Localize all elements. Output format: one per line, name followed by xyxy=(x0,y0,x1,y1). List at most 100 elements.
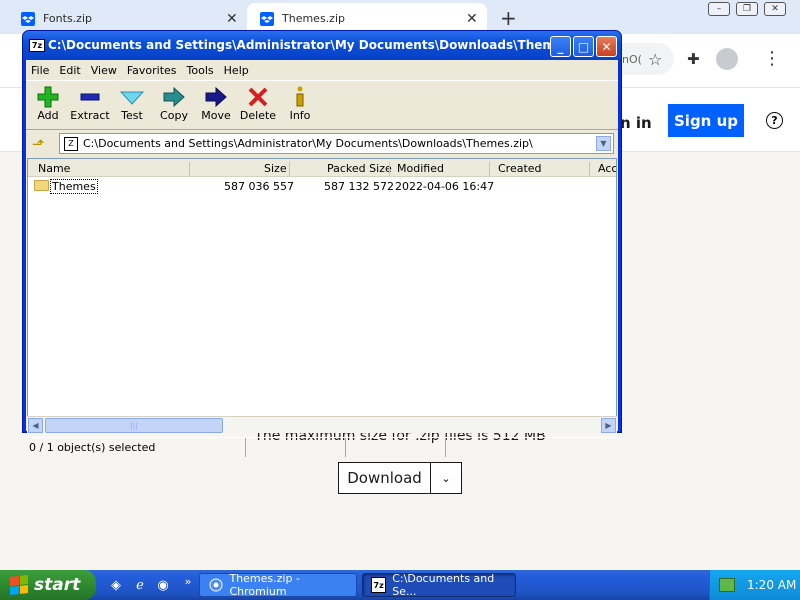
browser-restore-button[interactable]: ❐ xyxy=(736,2,758,16)
chevron-down-icon[interactable]: ▼ xyxy=(596,136,611,151)
plus-icon xyxy=(37,85,59,109)
tab-title: Fonts.zip xyxy=(43,12,92,25)
sevenzip-titlebar[interactable]: 7z C:\Documents and Settings\Administrat… xyxy=(23,31,621,60)
info-label: Info xyxy=(289,109,311,122)
column-name[interactable]: Name xyxy=(38,162,70,175)
row-modified: 2022-04-06 16:47 xyxy=(395,180,495,193)
task-chromium[interactable]: Themes.zip - Chromium xyxy=(199,572,357,598)
menu-file[interactable]: File xyxy=(26,64,54,77)
column-separator[interactable] xyxy=(289,162,290,176)
folder-up-icon[interactable]: ⬏ xyxy=(32,135,45,153)
row-packed-size: 587 132 572 xyxy=(324,180,394,193)
menu-help[interactable]: Help xyxy=(219,64,254,77)
column-created[interactable]: Created xyxy=(498,162,542,175)
path-text: C:\Documents and Settings\Administrator\… xyxy=(83,137,533,150)
download-button[interactable]: Download xyxy=(339,463,431,493)
help-icon[interactable]: ? xyxy=(766,112,783,129)
tab-close-icon[interactable]: ✕ xyxy=(466,11,478,27)
scroll-left-icon[interactable]: ◀ xyxy=(28,418,43,433)
status-divider xyxy=(345,438,346,457)
delete-label: Delete xyxy=(239,109,277,122)
scroll-right-icon[interactable]: ▶ xyxy=(601,418,616,433)
desktop-icon[interactable]: ◈ xyxy=(108,577,124,593)
delete-button[interactable]: Delete xyxy=(236,85,280,122)
file-list[interactable]: Name Size Packed Size Modified Created A… xyxy=(27,158,617,420)
media-player-icon[interactable]: ◉ xyxy=(155,577,171,593)
folder-icon xyxy=(34,180,49,191)
add-label: Add xyxy=(37,109,59,122)
task-sevenzip[interactable]: 7z C:\Documents and Se... xyxy=(362,572,516,598)
copy-label: Copy xyxy=(160,109,188,122)
status-divider xyxy=(245,438,246,457)
path-combobox[interactable]: Z C:\Documents and Settings\Administrato… xyxy=(59,133,614,154)
new-tab-button[interactable]: + xyxy=(500,6,517,30)
browser-minimize-button[interactable]: – xyxy=(708,2,730,16)
browser-window-controls: – ❐ ✕ xyxy=(708,2,786,16)
move-label: Move xyxy=(201,109,231,122)
windows-logo-icon xyxy=(10,575,28,595)
system-tray: 1:20 AM xyxy=(709,570,800,600)
sevenzip-window: 7z C:\Documents and Settings\Administrat… xyxy=(22,30,622,457)
menu-bar: File Edit View Favorites Tools Help xyxy=(26,60,618,80)
info-icon xyxy=(292,85,308,109)
column-separator[interactable] xyxy=(589,162,590,176)
window-title: C:\Documents and Settings\Administrator\… xyxy=(48,38,568,52)
start-button[interactable]: start xyxy=(0,570,96,600)
table-row[interactable]: Themes 587 036 557 587 132 572 2022-04-0… xyxy=(28,179,616,195)
close-button[interactable]: ✕ xyxy=(596,36,617,57)
test-label: Test xyxy=(121,109,143,122)
browser-menu-icon[interactable]: ⋮ xyxy=(763,48,781,69)
chevron-down-icon[interactable]: ⌄ xyxy=(431,463,461,493)
menu-view[interactable]: View xyxy=(86,64,122,77)
add-button[interactable]: Add xyxy=(26,85,70,122)
column-header-row: Name Size Packed Size Modified Created A… xyxy=(28,159,616,177)
sign-in-link[interactable]: n in xyxy=(620,114,652,132)
menu-edit[interactable]: Edit xyxy=(54,64,85,77)
clock: 1:20 AM xyxy=(747,578,797,592)
copy-button[interactable]: Copy xyxy=(152,85,196,122)
tab-close-icon[interactable]: ✕ xyxy=(226,11,238,27)
row-name: Themes xyxy=(50,179,98,194)
menu-tools[interactable]: Tools xyxy=(182,64,219,77)
minimize-button[interactable]: _ xyxy=(550,36,571,57)
column-accessed[interactable]: Acce xyxy=(598,162,616,175)
bookmark-star-icon[interactable]: ☆ xyxy=(648,50,662,69)
browser-tabstrip: Fonts.zip ✕ Themes.zip ✕ + – ❐ ✕ xyxy=(0,0,800,34)
toolbar: Add Extract Test Copy Move Delete Info xyxy=(26,80,618,130)
omnibox[interactable]: nO( xyxy=(618,43,674,75)
download-button-group: Download ⌄ xyxy=(338,462,462,494)
sevenzip-app-icon: 7z xyxy=(29,39,45,52)
move-button[interactable]: Move xyxy=(194,85,238,122)
sevenzip-app-icon: 7z xyxy=(371,577,387,593)
quicklaunch-more-icon[interactable]: » xyxy=(180,573,196,589)
column-separator[interactable] xyxy=(189,162,190,176)
internet-explorer-icon[interactable]: ℯ xyxy=(132,577,148,593)
tray-app-icon[interactable] xyxy=(719,578,735,592)
status-divider xyxy=(445,438,446,457)
scroll-thumb[interactable]: ||| xyxy=(45,418,223,433)
menu-favorites[interactable]: Favorites xyxy=(122,64,182,77)
column-modified[interactable]: Modified xyxy=(397,162,444,175)
omnibox-text: nO( xyxy=(622,52,642,66)
taskbar: start ◈ ℯ ◉ » Themes.zip - Chromium 7z C… xyxy=(0,570,800,600)
info-button[interactable]: Info xyxy=(278,85,322,122)
profile-avatar[interactable] xyxy=(716,48,738,70)
horizontal-scrollbar[interactable]: ◀ ||| ▶ xyxy=(27,416,617,433)
start-label: start xyxy=(34,575,81,595)
extract-button[interactable]: Extract xyxy=(68,85,112,122)
column-separator[interactable] xyxy=(489,162,490,176)
browser-close-button[interactable]: ✕ xyxy=(764,2,786,16)
extensions-icon[interactable]: ✚ xyxy=(687,50,700,68)
sign-up-button[interactable]: Sign up xyxy=(668,104,744,137)
column-packed-size[interactable]: Packed Size xyxy=(327,162,392,175)
column-size[interactable]: Size xyxy=(264,162,287,175)
delete-x-icon xyxy=(247,85,269,109)
tab-title: Themes.zip xyxy=(282,12,345,25)
dropbox-icon xyxy=(21,11,35,26)
maximize-button[interactable]: □ xyxy=(573,36,594,57)
test-button[interactable]: Test xyxy=(110,85,154,122)
copy-arrow-icon xyxy=(162,85,186,109)
dropbox-icon xyxy=(260,11,274,26)
sevenzip-client: File Edit View Favorites Tools Help Add … xyxy=(26,60,618,457)
column-separator[interactable] xyxy=(389,162,390,176)
